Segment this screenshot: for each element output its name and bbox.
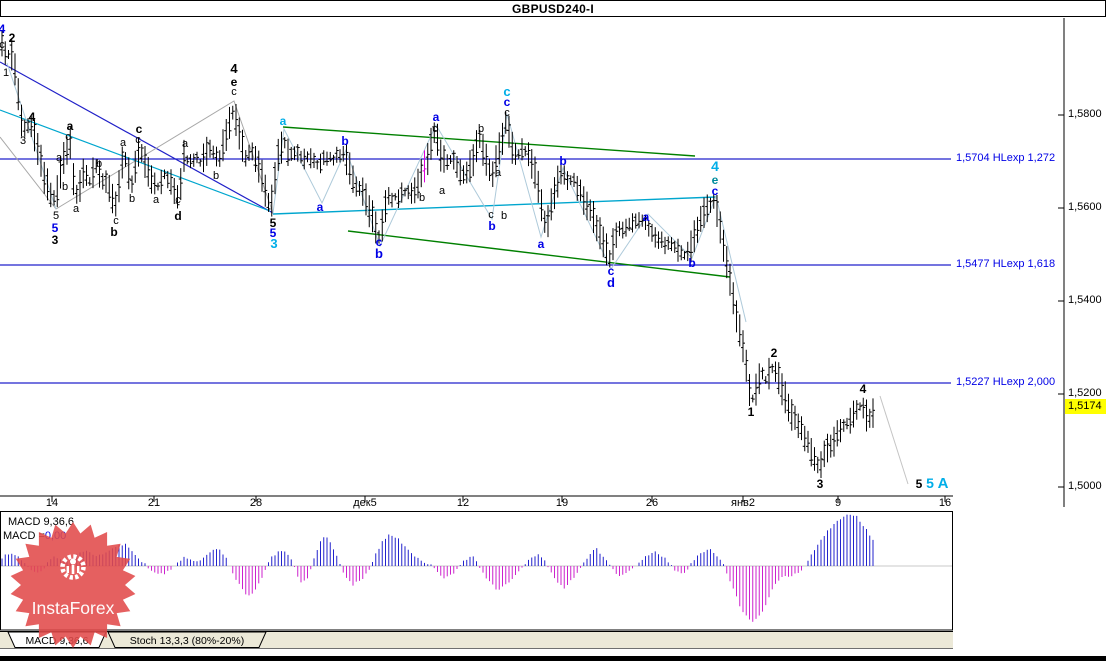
wave-label-a: a xyxy=(643,210,650,224)
x-axis-label: янв2 xyxy=(731,497,755,509)
wave-label-c: c xyxy=(0,39,5,51)
wave-label-b: b xyxy=(341,134,348,148)
wave-label-4: 4 xyxy=(860,382,867,396)
wave-label-a: a xyxy=(182,138,189,150)
wave-label-b: b xyxy=(488,219,495,233)
wave-label-b: b xyxy=(96,158,102,170)
chart-frame xyxy=(0,18,1065,631)
chart-canvas: 4c 2143acab553abaccbcba cdab4ec553abacbac b… xyxy=(0,18,1065,631)
wave-label-5: 5 xyxy=(916,477,923,491)
wave-label-c: c xyxy=(175,194,181,206)
wave-label-3: 3 xyxy=(52,233,59,247)
wave-label-1: 1 xyxy=(3,67,9,79)
wave-label-b: b xyxy=(213,170,219,182)
horizontal-levels xyxy=(0,158,951,384)
wave-label-a: a xyxy=(495,167,502,179)
chart-title: GBPUSD240-I xyxy=(512,1,594,16)
y-axis-label: 1,5800 xyxy=(1068,108,1102,120)
bottom-gap xyxy=(0,649,1106,656)
wave-label-b: b xyxy=(559,154,566,168)
title-bar: GBPUSD240-I xyxy=(0,0,1106,17)
wave-label-c: c xyxy=(135,134,141,146)
x-axis-label: 21 xyxy=(147,497,161,509)
wave-label-b: b xyxy=(110,225,117,239)
wave-label-b: b xyxy=(375,246,383,261)
wave-label-b: b xyxy=(501,210,507,222)
wave-label-c: c xyxy=(432,123,438,135)
wave-label-c: c xyxy=(712,184,719,198)
x-axis-label: 28 xyxy=(249,497,263,509)
wave-label-5: 5 xyxy=(926,475,934,491)
wave-label-4: 4 xyxy=(230,61,238,76)
wave-label-a: a xyxy=(73,203,80,215)
level-label: 1,5704 HLexp 1,272 xyxy=(956,152,1056,164)
wave-label-a: a xyxy=(433,110,440,124)
current-price-tag: 1,5174 xyxy=(1065,399,1106,414)
wave-label-b: b xyxy=(688,256,695,270)
x-axis-label: 16 xyxy=(938,497,952,509)
wave-label-2: 2 xyxy=(771,346,778,360)
y-axis-label: 1,5400 xyxy=(1068,294,1102,306)
wave-label-a: a xyxy=(56,152,63,164)
wave-label-b: b xyxy=(419,192,425,204)
logo-text: InstaForex xyxy=(32,598,115,618)
wave-label-d: d xyxy=(607,275,615,290)
wave-label-1: 1 xyxy=(748,405,755,419)
wave-label-a: a xyxy=(439,185,446,197)
wave-label-c: c xyxy=(504,107,510,119)
wave-label-d: d xyxy=(174,209,181,223)
wave-label-4: 4 xyxy=(711,158,719,174)
bottom-strip xyxy=(0,656,1106,661)
wave-label-a: a xyxy=(153,194,160,206)
wave-label-b: b xyxy=(129,193,135,205)
candlestick-bars xyxy=(0,30,875,478)
wave-label-b: b xyxy=(62,181,68,193)
chart-window: 4c2143acab553abaccbcbacdab4ec553abacbacb… xyxy=(0,0,1106,661)
wave-label-3: 3 xyxy=(817,477,824,491)
gray-projection xyxy=(879,395,909,485)
x-axis-label: 9 xyxy=(834,497,842,509)
wave-label-2: 2 xyxy=(9,31,16,45)
x-axis-label: 19 xyxy=(555,497,569,509)
wave-label-b: b xyxy=(478,123,484,135)
level-label: 1,5477 HLexp 1,618 xyxy=(956,258,1056,270)
wave-label-a: a xyxy=(317,200,324,214)
x-axis-label: 12 xyxy=(456,497,470,509)
wave-label-a: a xyxy=(280,114,287,128)
y-axis-label: 1,5600 xyxy=(1068,201,1102,213)
logo-starburst xyxy=(10,522,136,648)
wave-label-3: 3 xyxy=(270,236,277,251)
instaforex-logo: InstaForex xyxy=(10,522,136,648)
y-axis-label: 1,5200 xyxy=(1068,387,1102,399)
wave-label-a: a xyxy=(120,137,127,149)
wave-label-c: c xyxy=(65,131,71,143)
x-axis-label: дек5 xyxy=(353,497,377,509)
x-axis-label: 26 xyxy=(645,497,659,509)
level-label: 1,5227 HLexp 2,000 xyxy=(956,376,1056,388)
x-axis-label: 14 xyxy=(45,497,59,509)
y-axis-label: 1,5000 xyxy=(1068,480,1102,492)
wave-label-a: a xyxy=(538,237,545,251)
wave-label-4: 4 xyxy=(29,110,36,124)
wave-label-c: c xyxy=(231,86,237,98)
wave-label-A: A xyxy=(938,475,949,492)
wave-label-3: 3 xyxy=(20,135,26,147)
wave-labels: 4c 2143acab553abaccbcba cdab4ec553abacbac b… xyxy=(0,22,949,492)
wave-label-4: 4 xyxy=(0,22,6,36)
